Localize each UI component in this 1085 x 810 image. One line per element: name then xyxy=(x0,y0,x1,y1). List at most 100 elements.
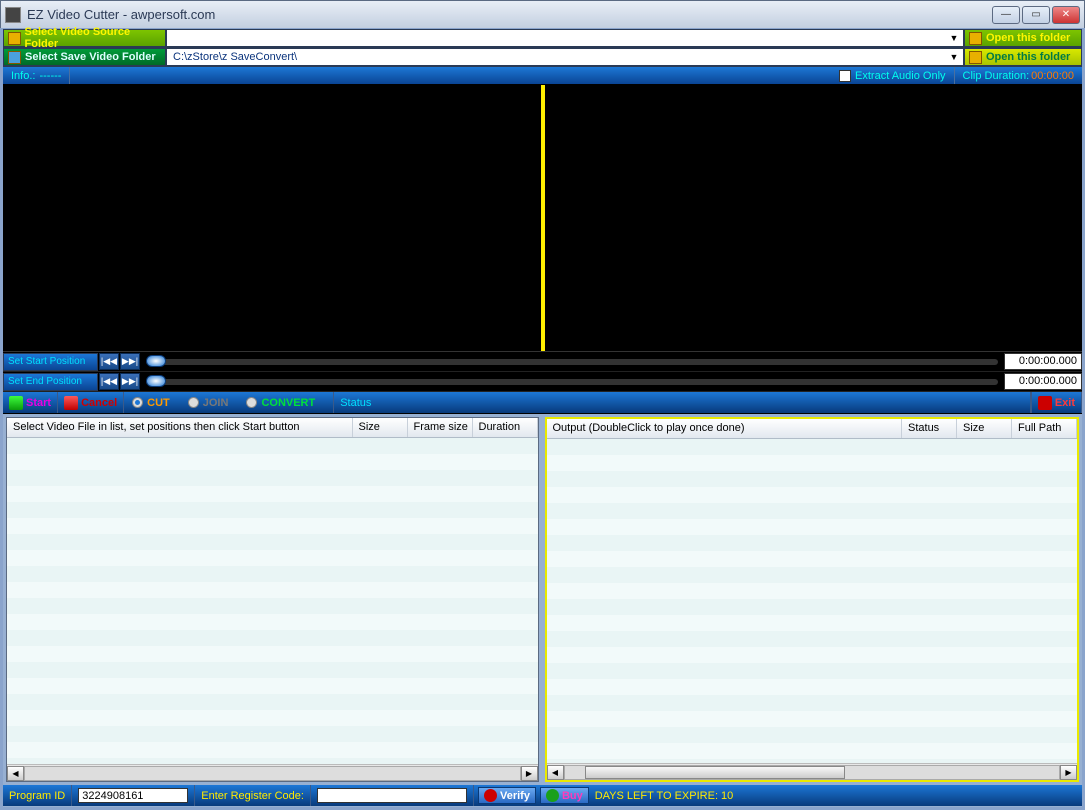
save-icon xyxy=(8,51,21,64)
save-path-input[interactable]: C:\zStore\z SaveConvert\ ▼ xyxy=(166,48,964,66)
buy-icon xyxy=(546,789,559,802)
program-id-value-segment xyxy=(72,785,195,806)
info-value: ------ xyxy=(39,70,61,82)
join-label: JOIN xyxy=(203,397,229,409)
mode-convert[interactable]: CONVERT xyxy=(246,397,315,409)
end-position-slider[interactable] xyxy=(146,379,998,385)
save-path-dropdown[interactable]: ▼ xyxy=(947,50,961,64)
register-input-segment xyxy=(311,785,474,806)
col-output[interactable]: Output (DoubleClick to play once done) xyxy=(547,419,903,438)
end-seek-fwd-fast[interactable]: ▶▶| xyxy=(120,373,140,390)
select-save-label: Select Save Video Folder xyxy=(25,51,156,63)
preview-row xyxy=(3,85,1082,352)
app-icon xyxy=(5,7,21,23)
extract-audio-checkbox[interactable] xyxy=(839,70,851,82)
cancel-label: Cancel xyxy=(81,397,117,409)
exit-button[interactable]: Exit xyxy=(1031,392,1082,413)
program-id-segment: Program ID xyxy=(3,785,72,806)
power-icon xyxy=(1038,396,1052,410)
col-file[interactable]: Select Video File in list, set positions… xyxy=(7,418,353,437)
end-seek-back-fast[interactable]: |◀◀ xyxy=(99,373,119,390)
radio-icon xyxy=(246,397,257,408)
end-timecode: 0:00:00.000 xyxy=(1004,373,1082,390)
input-list-body[interactable] xyxy=(7,438,538,764)
scroll-track[interactable] xyxy=(24,766,521,781)
verify-label: Verify xyxy=(500,790,530,802)
radio-icon xyxy=(188,397,199,408)
start-position-label: Set Start Position xyxy=(3,353,98,371)
cancel-icon xyxy=(64,396,78,410)
select-save-folder-button[interactable]: Select Save Video Folder xyxy=(3,48,166,66)
save-path-value: C:\zStore\z SaveConvert\ xyxy=(173,51,297,63)
convert-label: CONVERT xyxy=(261,397,315,409)
col-out-path[interactable]: Full Path xyxy=(1012,419,1077,438)
extract-audio-segment[interactable]: Extract Audio Only xyxy=(831,67,955,84)
output-list-scrollbar[interactable]: ◀ ▶ xyxy=(547,763,1078,780)
start-position-row: Set Start Position |◀◀ ▶▶| 0:00:00.000 xyxy=(3,352,1082,372)
scroll-track[interactable] xyxy=(564,765,1061,780)
folder-icon xyxy=(8,32,21,45)
start-button[interactable]: Start xyxy=(3,392,58,413)
start-seek-fwd-fast[interactable]: ▶▶| xyxy=(120,353,140,370)
list-area: Select Video File in list, set positions… xyxy=(3,414,1082,785)
cut-label: CUT xyxy=(147,397,170,409)
days-left-label: DAYS LEFT TO EXPIRE: 10 xyxy=(595,790,734,802)
col-out-status[interactable]: Status xyxy=(902,419,957,438)
maximize-button[interactable]: ▭ xyxy=(1022,6,1050,24)
input-file-list[interactable]: Select Video File in list, set positions… xyxy=(6,417,539,782)
buy-label: Buy xyxy=(562,790,583,802)
minimize-button[interactable]: — xyxy=(992,6,1020,24)
scroll-right-icon[interactable]: ▶ xyxy=(1060,765,1077,780)
status-label: Status xyxy=(340,397,371,409)
source-path-dropdown[interactable]: ▼ xyxy=(947,31,961,45)
play-icon xyxy=(9,396,23,410)
info-bar: Info.: ------ Extract Audio Only Clip Du… xyxy=(3,67,1082,85)
folder-icon xyxy=(969,32,982,45)
end-position-label: Set End Position xyxy=(3,373,98,391)
scroll-left-icon[interactable]: ◀ xyxy=(7,766,24,781)
col-out-size[interactable]: Size xyxy=(957,419,1012,438)
clip-duration-value: 00:00:00 xyxy=(1031,70,1074,82)
program-id-label: Program ID xyxy=(9,790,65,802)
mode-cut[interactable]: CUT xyxy=(132,397,170,409)
source-path-input[interactable]: ▼ xyxy=(166,29,964,47)
select-source-label: Select Video Source Folder xyxy=(25,26,161,50)
slider-thumb[interactable] xyxy=(146,375,166,387)
program-id-input[interactable] xyxy=(78,788,188,803)
col-size[interactable]: Size xyxy=(353,418,408,437)
mode-radio-group: CUT JOIN CONVERT xyxy=(132,397,333,409)
start-label: Start xyxy=(26,397,51,409)
scroll-right-icon[interactable]: ▶ xyxy=(521,766,538,781)
cancel-button[interactable]: Cancel xyxy=(58,392,124,413)
open-save-folder-button[interactable]: Open this folder xyxy=(964,48,1082,66)
slider-thumb[interactable] xyxy=(146,355,166,367)
register-code-input[interactable] xyxy=(317,788,467,803)
exit-label: Exit xyxy=(1055,397,1075,409)
buy-button[interactable]: Buy xyxy=(540,787,589,804)
end-position-row: Set End Position |◀◀ ▶▶| 0:00:00.000 xyxy=(3,372,1082,392)
status-segment: Status xyxy=(333,392,1031,413)
col-framesize[interactable]: Frame size xyxy=(408,418,473,437)
start-seek-back-fast[interactable]: |◀◀ xyxy=(99,353,119,370)
verify-button[interactable]: Verify xyxy=(478,787,536,804)
info-label: Info.: xyxy=(11,70,35,82)
clip-duration-segment: Clip Duration: 00:00:00 xyxy=(955,67,1082,84)
select-source-folder-button[interactable]: Select Video Source Folder xyxy=(3,29,166,47)
open-source-folder-button[interactable]: Open this folder xyxy=(964,29,1082,47)
register-label: Enter Register Code: xyxy=(201,790,304,802)
input-list-scrollbar[interactable]: ◀ ▶ xyxy=(7,764,538,781)
title-bar: EZ Video Cutter - awpersoft.com — ▭ ✕ xyxy=(0,0,1085,28)
output-file-list[interactable]: Output (DoubleClick to play once done) S… xyxy=(545,417,1080,782)
col-duration[interactable]: Duration xyxy=(473,418,538,437)
scroll-thumb[interactable] xyxy=(585,766,845,779)
footer-bar: Program ID Enter Register Code: Verify B… xyxy=(3,785,1082,806)
clip-duration-label: Clip Duration: xyxy=(963,70,1030,82)
start-position-slider[interactable] xyxy=(146,359,998,365)
open-folder-label: Open this folder xyxy=(986,32,1070,44)
start-timecode: 0:00:00.000 xyxy=(1004,353,1082,370)
mode-join[interactable]: JOIN xyxy=(188,397,229,409)
close-button[interactable]: ✕ xyxy=(1052,6,1080,24)
output-list-body[interactable] xyxy=(547,439,1078,763)
scroll-left-icon[interactable]: ◀ xyxy=(547,765,564,780)
action-bar: Start Cancel CUT JOIN CONVERT Status Exi… xyxy=(3,392,1082,414)
